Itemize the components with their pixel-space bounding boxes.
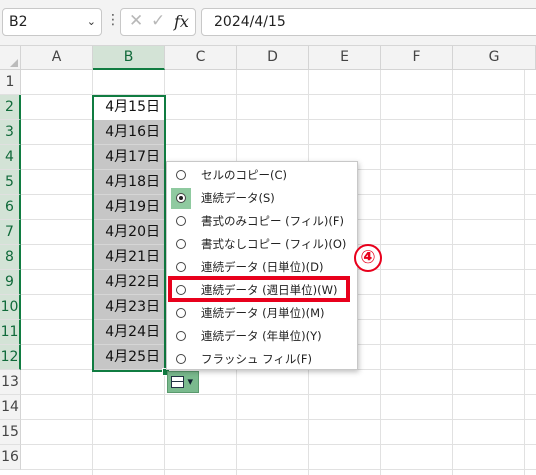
row-header-6[interactable]: 6 — [0, 195, 21, 220]
enter-icon[interactable]: ✓ — [151, 11, 165, 31]
name-box-value: B2 — [9, 14, 28, 30]
row-header-2[interactable]: 2 — [0, 95, 21, 120]
row-header-16[interactable]: 16 — [0, 445, 21, 470]
cell-b9[interactable]: 4月22日 — [93, 270, 165, 295]
cell-b10[interactable]: 4月23日 — [93, 295, 165, 320]
cell-b3[interactable]: 4月16日 — [93, 120, 165, 145]
radio-selected-icon — [176, 193, 186, 203]
row-header-5[interactable]: 5 — [0, 170, 21, 195]
cell-b7[interactable]: 4月20日 — [93, 220, 165, 245]
highlight-box — [168, 276, 350, 302]
menu-item-flash-fill[interactable]: フラッシュ フィル(F) — [167, 348, 357, 371]
cell-b8[interactable]: 4月21日 — [93, 245, 165, 270]
column-header-f[interactable]: F — [381, 46, 453, 70]
radio-icon — [176, 354, 186, 364]
cell-b5[interactable]: 4月18日 — [93, 170, 165, 195]
row-header-12[interactable]: 12 — [0, 345, 21, 370]
radio-icon — [176, 239, 186, 249]
cell-b4[interactable]: 4月17日 — [93, 145, 165, 170]
radio-icon — [176, 262, 186, 272]
menu-item-fill-years[interactable]: 連続データ (年単位)(Y) — [167, 325, 357, 348]
radio-icon — [176, 308, 186, 318]
column-header-a[interactable]: A — [21, 46, 93, 70]
radio-icon — [176, 170, 186, 180]
autofill-options-button[interactable]: ▾ — [167, 371, 199, 393]
row-header-1[interactable]: 1 — [0, 70, 21, 95]
column-header-g[interactable]: G — [453, 46, 536, 70]
column-header-c[interactable]: C — [165, 46, 237, 70]
row-header-4[interactable]: 4 — [0, 145, 21, 170]
menu-item-fill-without-formatting[interactable]: 書式なしコピー (フィル)(O) — [167, 233, 357, 256]
name-box[interactable]: B2 ⌄ — [2, 8, 102, 36]
column-header-b[interactable]: B — [93, 46, 165, 70]
menu-item-fill-months[interactable]: 連続データ (月単位)(M) — [167, 302, 357, 325]
insert-function-icon[interactable]: fx — [174, 12, 189, 31]
cell-b6[interactable]: 4月19日 — [93, 195, 165, 220]
column-header-d[interactable]: D — [237, 46, 309, 70]
column-header-e[interactable]: E — [309, 46, 381, 70]
autofill-options-menu: セルのコピー(C) 連続データ(S) 書式のみコピー (フィル)(F) 書式なし… — [166, 161, 358, 370]
step-callout: ④ — [354, 244, 382, 272]
row-header-11[interactable]: 11 — [0, 320, 21, 345]
formula-buttons: ✕ ✓ fx — [120, 8, 196, 36]
row-header-7[interactable]: 7 — [0, 220, 21, 245]
menu-item-copy-cells[interactable]: セルのコピー(C) — [167, 164, 357, 187]
row-header-8[interactable]: 8 — [0, 245, 21, 270]
row-header-14[interactable]: 14 — [0, 395, 21, 420]
cell-b12[interactable]: 4月25日 — [93, 345, 165, 370]
radio-icon — [176, 331, 186, 341]
cell-b11[interactable]: 4月24日 — [93, 320, 165, 345]
row-header-9[interactable]: 9 — [0, 270, 21, 295]
row-header-15[interactable]: 15 — [0, 420, 21, 445]
autofill-icon — [171, 376, 184, 388]
select-all-corner[interactable] — [0, 46, 21, 70]
cancel-icon[interactable]: ✕ — [129, 11, 143, 31]
chevron-down-icon[interactable]: ⌄ — [87, 9, 96, 35]
cell-b2[interactable]: 4月15日 — [93, 95, 165, 120]
chevron-down-icon: ▾ — [187, 375, 194, 388]
formula-bar: B2 ⌄ ⋮ ✕ ✓ fx 2024/4/15 — [0, 0, 536, 46]
menu-item-fill-formatting-only[interactable]: 書式のみコピー (フィル)(F) — [167, 210, 357, 233]
more-options-icon[interactable]: ⋮ — [106, 12, 120, 28]
formula-input[interactable]: 2024/4/15 — [201, 8, 536, 36]
menu-item-fill-series[interactable]: 連続データ(S) — [167, 187, 357, 210]
row-header-13[interactable]: 13 — [0, 370, 21, 395]
row-header-3[interactable]: 3 — [0, 120, 21, 145]
row-header-10[interactable]: 10 — [0, 295, 21, 320]
radio-icon — [176, 216, 186, 226]
